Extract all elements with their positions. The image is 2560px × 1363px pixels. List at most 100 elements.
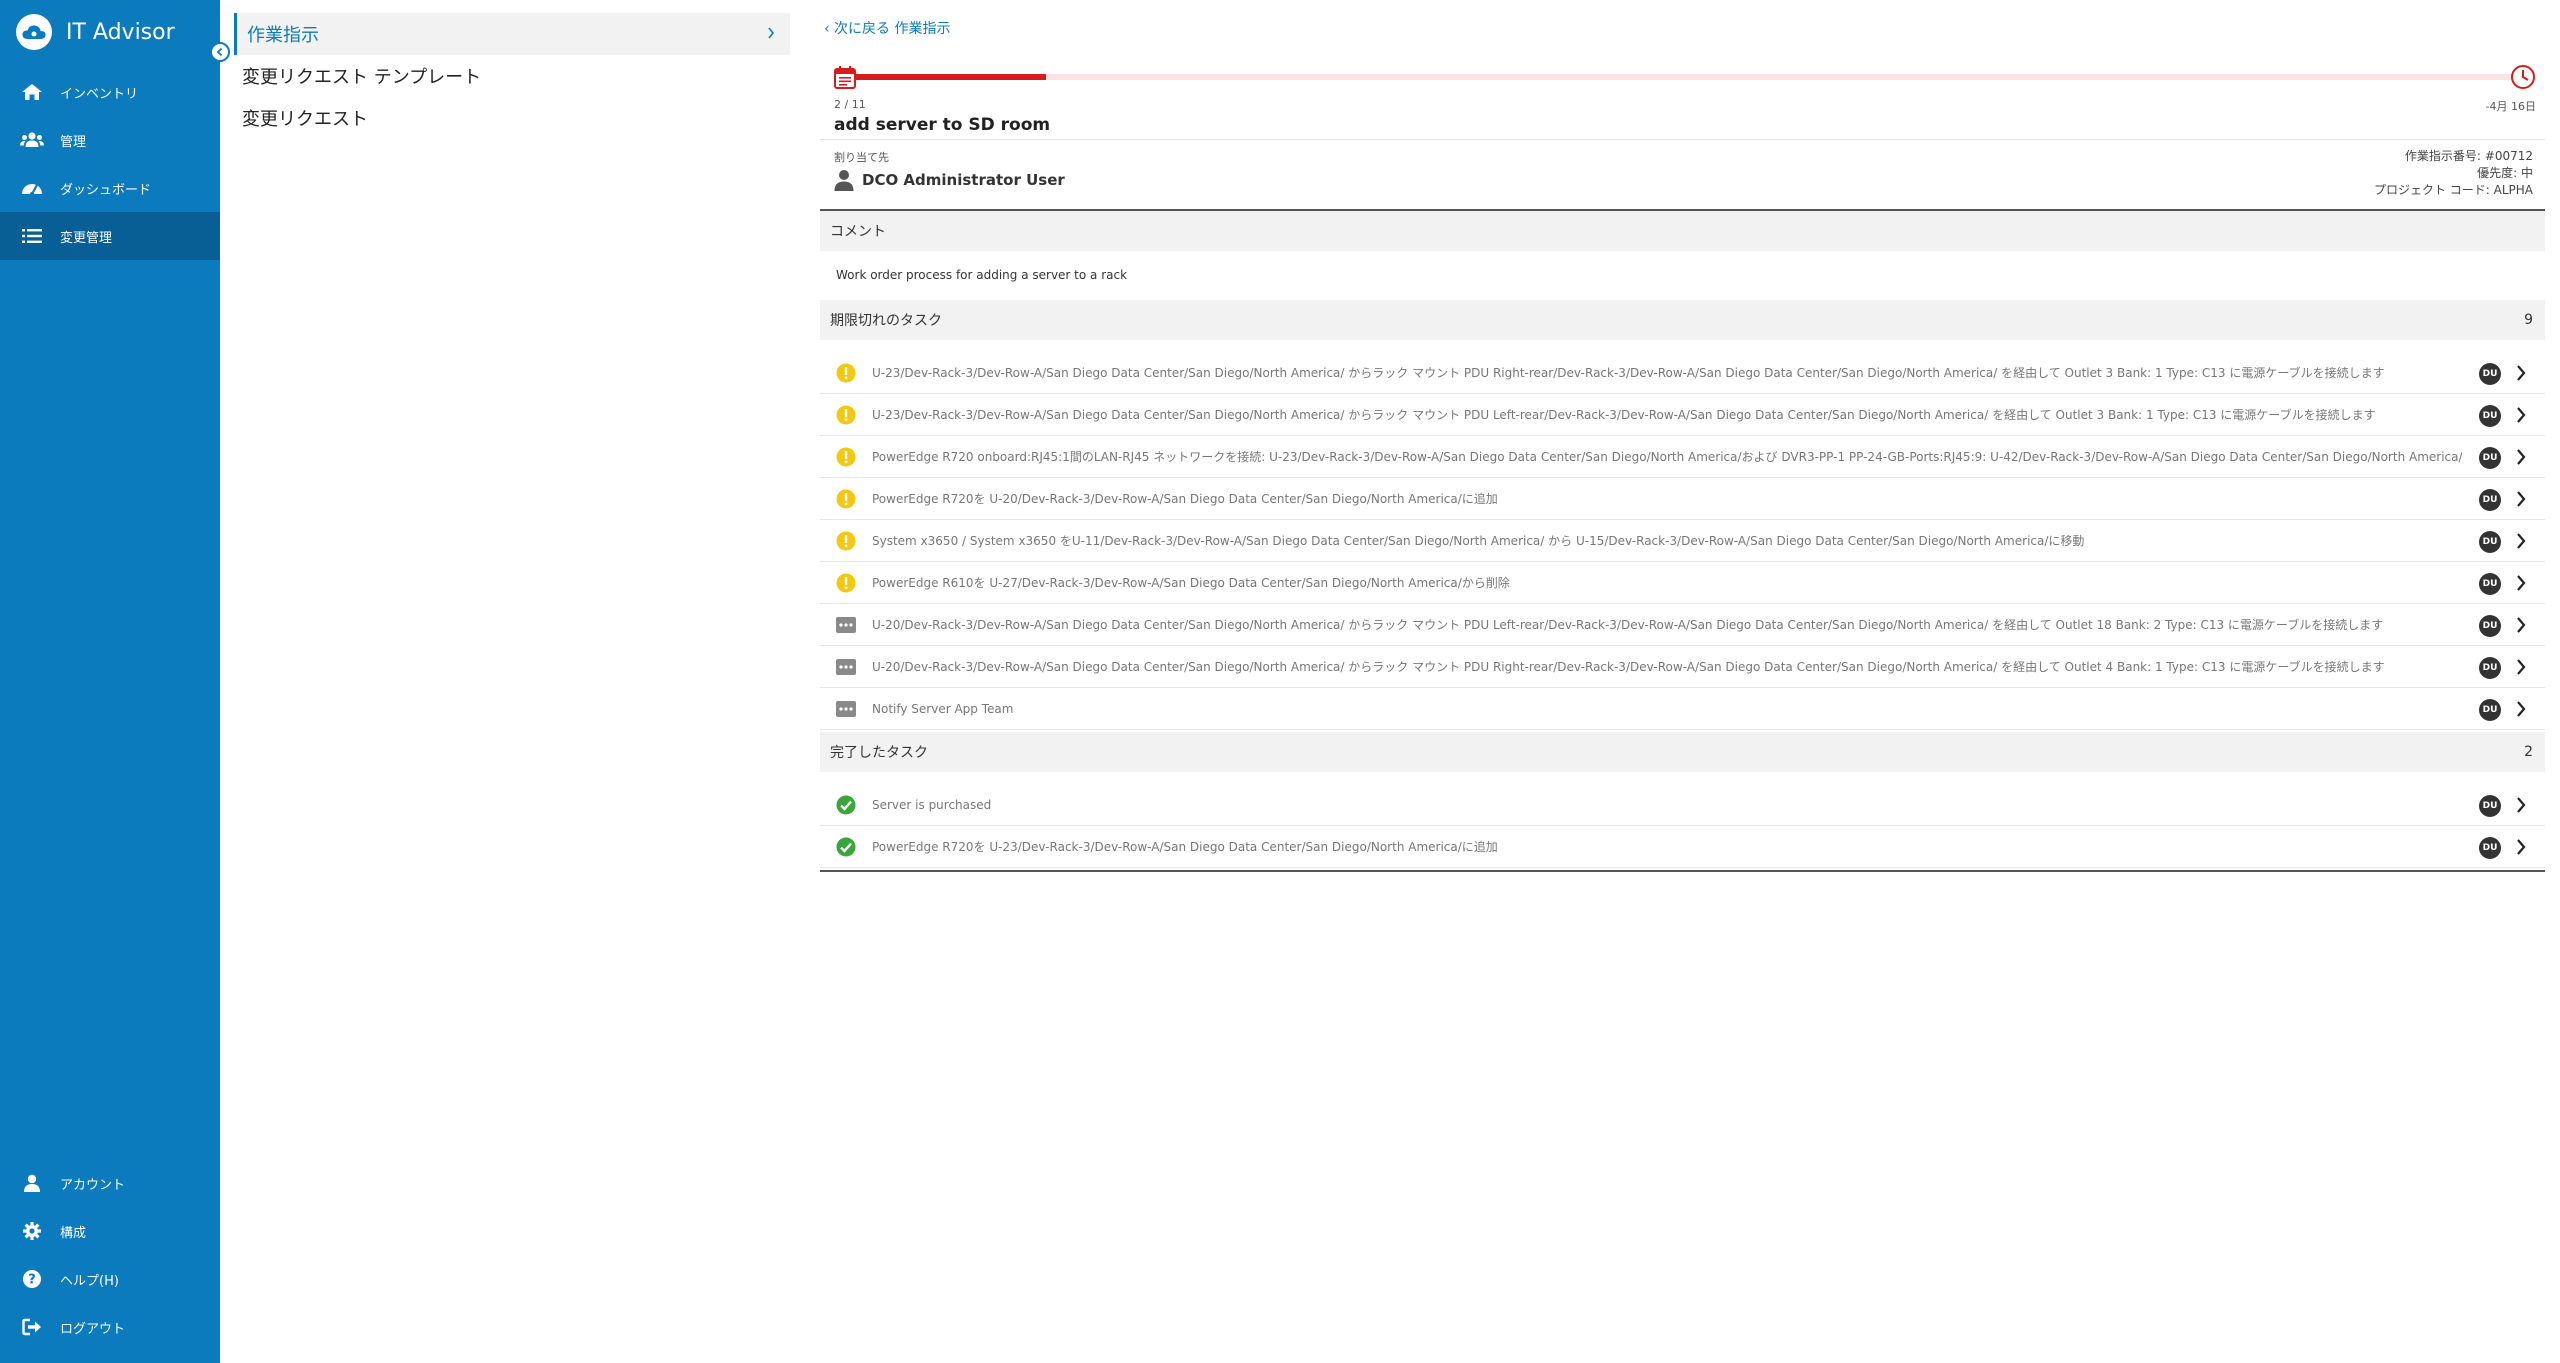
chevron-right-icon — [2517, 449, 2526, 465]
task-text: U-20/Dev-Rack-3/Dev-Row-A/San Diego Data… — [872, 618, 2384, 632]
task-row[interactable]: U-23/Dev-Rack-3/Dev-Row-A/San Diego Data… — [820, 352, 2545, 394]
chevron-right-icon — [768, 27, 775, 39]
overdue-tasks-section-header[interactable]: 期限切れのタスク 9 — [820, 300, 2545, 340]
check-circle-icon — [835, 836, 857, 858]
completed-tasks-section-header[interactable]: 完了したタスク 2 — [820, 732, 2545, 772]
chevron-right-icon — [2517, 701, 2526, 717]
warning-icon — [835, 404, 857, 426]
assignee-badge: DU — [2479, 837, 2501, 859]
task-text: U-23/Dev-Rack-3/Dev-Row-A/San Diego Data… — [872, 408, 2376, 422]
change-management-menu: 作業指示 変更リクエスト テンプレート 変更リクエスト — [234, 13, 790, 139]
warning-icon — [835, 446, 857, 468]
project-code: プロジェクト コード: ALPHA — [2373, 183, 2533, 197]
chevron-right-icon — [2517, 365, 2526, 381]
task-row[interactable]: U-20/Dev-Rack-3/Dev-Row-A/San Diego Data… — [820, 646, 2545, 688]
menu-item-label: 作業指示 — [247, 25, 319, 46]
calendar-icon — [834, 66, 856, 89]
progress-track — [848, 74, 2522, 80]
work-order-number: 作業指示番号: #00712 — [2404, 149, 2533, 163]
assignee-badge: DU — [2479, 363, 2501, 385]
completed-task-list: Server is purchased DU PowerEdge R720を U-2… — [820, 784, 2545, 868]
menu-item-label: 変更リクエスト テンプレート — [242, 67, 482, 88]
task-row[interactable]: PowerEdge R720を U-20/Dev-Rack-3/Dev-Row-… — [820, 478, 2545, 520]
dashboard-gauge-icon — [20, 176, 44, 200]
home-icon — [20, 80, 44, 104]
due-date: -4月 16日 — [2485, 100, 2536, 113]
chevron-right-icon — [2517, 575, 2526, 591]
sidebar-item-label: 変更管理 — [60, 230, 113, 246]
section-title: 期限切れのタスク — [830, 313, 942, 329]
task-row[interactable]: System x3650 / System x3650 をU-11/Dev-Ra… — [820, 520, 2545, 562]
sidebar-item-inventory[interactable]: インベントリ — [0, 68, 220, 116]
task-row[interactable]: U-20/Dev-Rack-3/Dev-Row-A/San Diego Data… — [820, 604, 2545, 646]
task-row[interactable]: PowerEdge R720 onboard:RJ45:1間のLAN-RJ45 … — [820, 436, 2545, 478]
assignee-badge: DU — [2479, 489, 2501, 511]
sidebar-item-account[interactable]: アカウント — [0, 1159, 220, 1207]
task-text: System x3650 / System x3650 をU-11/Dev-Ra… — [872, 534, 2085, 548]
sidebar-item-label: ログアウト — [60, 1321, 126, 1337]
task-text: Server is purchased — [872, 797, 992, 812]
help-icon: ? — [20, 1267, 44, 1291]
list-icon — [20, 224, 44, 248]
svg-text:?: ? — [28, 1273, 36, 1288]
menu-item-label: 変更リクエスト — [242, 109, 368, 130]
users-icon — [20, 128, 44, 152]
sidebar-item-logout[interactable]: ログアウト — [0, 1303, 220, 1351]
priority: 優先度: 中 — [2477, 166, 2533, 180]
menu-item-work-orders[interactable]: 作業指示 — [234, 13, 790, 55]
task-row[interactable]: PowerEdge R720を U-23/Dev-Rack-3/Dev-Row-… — [820, 826, 2545, 868]
task-progress-bar — [834, 64, 2536, 90]
divider — [820, 870, 2545, 872]
section-title: コメント — [830, 224, 886, 240]
back-to-work-orders-link[interactable]: ‹ 次に戻る 作業指示 — [824, 18, 951, 38]
pending-dots-icon — [835, 656, 857, 678]
sidebar-item-label: インベントリ — [60, 86, 139, 102]
task-text: PowerEdge R720を U-23/Dev-Rack-3/Dev-Row-… — [872, 840, 1498, 854]
cloud-logo-icon — [16, 14, 52, 50]
sidebar-item-configuration[interactable]: 構成 — [0, 1207, 220, 1255]
work-order-title: add server to SD room — [834, 115, 1051, 135]
task-text: PowerEdge R720 onboard:RJ45:1間のLAN-RJ45 … — [872, 450, 2462, 464]
comment-text: Work order process for adding a server t… — [836, 268, 1128, 282]
task-text: PowerEdge R720を U-20/Dev-Rack-3/Dev-Row-… — [872, 492, 1498, 506]
task-text: Notify Server App Team — [872, 701, 1014, 716]
sidebar-item-dashboard[interactable]: ダッシュボード — [0, 164, 220, 212]
clock-icon — [2511, 65, 2535, 89]
collapse-sidebar-button[interactable] — [210, 42, 230, 62]
chevron-left-icon — [216, 47, 223, 57]
brand[interactable]: IT Advisor — [0, 0, 220, 64]
logout-icon — [20, 1315, 44, 1339]
task-text: U-20/Dev-Rack-3/Dev-Row-A/San Diego Data… — [872, 660, 2385, 674]
task-row[interactable]: PowerEdge R610を U-27/Dev-Rack-3/Dev-Row-… — [820, 562, 2545, 604]
completed-count: 2 — [2524, 744, 2533, 760]
app-title: IT Advisor — [66, 19, 175, 45]
sidebar-item-label: 構成 — [60, 1225, 87, 1241]
task-row[interactable]: Notify Server App Team DU — [820, 688, 2545, 730]
task-progress-count: 2 / 11 — [834, 98, 866, 111]
assignee[interactable]: DCO Administrator User — [834, 169, 1065, 191]
chevron-right-icon — [2517, 533, 2526, 549]
overdue-count: 9 — [2524, 312, 2533, 328]
chevron-right-icon — [2517, 797, 2526, 813]
sidebar-item-help[interactable]: ? ヘルプ(H) — [0, 1255, 220, 1303]
progress-fill — [848, 74, 1046, 80]
sidebar-item-admin[interactable]: 管理 — [0, 116, 220, 164]
warning-icon — [835, 362, 857, 384]
task-row[interactable]: Server is purchased DU — [820, 784, 2545, 826]
assignee-badge: DU — [2479, 573, 2501, 595]
sidebar-item-label: アカウント — [60, 1177, 126, 1193]
warning-icon — [835, 530, 857, 552]
sidebar-item-label: ダッシュボード — [60, 182, 152, 198]
chevron-right-icon — [2517, 659, 2526, 675]
chevron-right-icon — [2517, 617, 2526, 633]
assigned-to-label: 割り当て先 — [834, 151, 889, 164]
menu-item-change-request-templates[interactable]: 変更リクエスト テンプレート — [234, 55, 790, 97]
sidebar: IT Advisor インベントリ 管理 ダッシュボード 変更管理 アカウント … — [0, 0, 220, 1363]
sidebar-item-change-management[interactable]: 変更管理 — [0, 212, 220, 260]
assignee-badge: DU — [2479, 615, 2501, 637]
menu-item-change-requests[interactable]: 変更リクエスト — [234, 97, 790, 139]
user-icon — [834, 170, 854, 191]
assignee-badge: DU — [2479, 657, 2501, 679]
assignee-badge: DU — [2479, 405, 2501, 427]
task-row[interactable]: U-23/Dev-Rack-3/Dev-Row-A/San Diego Data… — [820, 394, 2545, 436]
